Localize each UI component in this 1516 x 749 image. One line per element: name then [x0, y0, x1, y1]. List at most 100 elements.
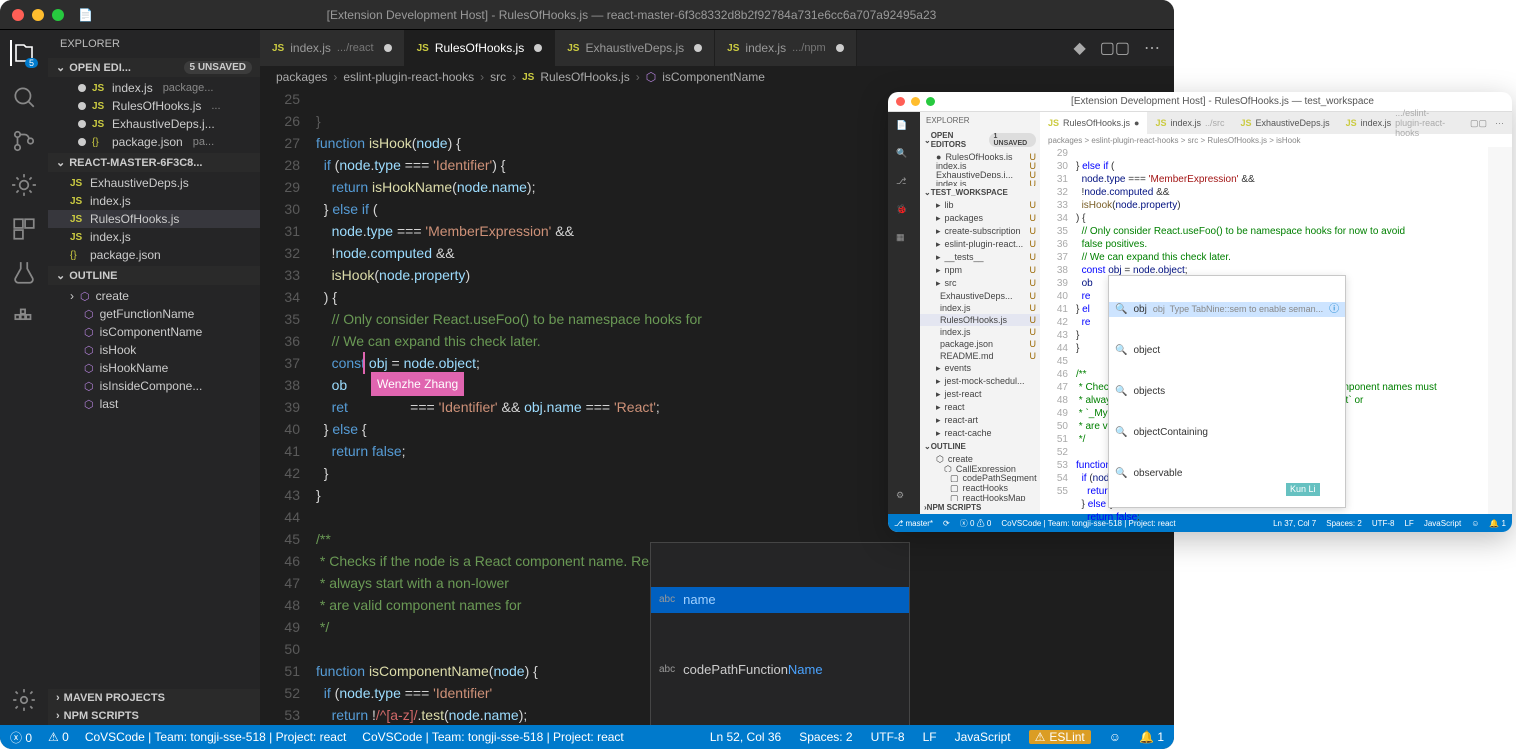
file-item[interactable]: ▸ __tests__U [920, 251, 1040, 264]
outline-header[interactable]: ⌄OUTLINE [48, 266, 260, 285]
outline-item[interactable]: ▢ reactHooksMap [920, 492, 1040, 502]
debug-icon[interactable] [11, 172, 37, 198]
file-item[interactable]: index.jsU [920, 326, 1040, 338]
gear-icon[interactable]: ⚙ [896, 490, 912, 506]
npm-header[interactable]: › NPM SCRIPTS [920, 501, 1040, 514]
autocomplete-item[interactable]: 🔍observable [1109, 466, 1345, 481]
bell-icon[interactable]: 🔔 1 [1139, 730, 1164, 744]
file-item[interactable]: ▸ jest-mock-schedul... [920, 375, 1040, 388]
open-editor-item[interactable]: JSExhaustiveDeps.j... [48, 115, 260, 133]
explorer-icon[interactable]: 📄 [896, 120, 912, 136]
gear-icon[interactable] [11, 687, 37, 713]
minimize-icon[interactable] [911, 97, 920, 106]
open-editors-header[interactable]: ⌄OPEN EDI... 5 UNSAVED [48, 58, 260, 77]
editor-tab[interactable]: JSRulesOfHooks.js ● [1040, 112, 1147, 134]
autocomplete-item[interactable]: 🔍object [1109, 343, 1345, 358]
outline-header[interactable]: ⌄ OUTLINE [920, 440, 1040, 453]
spaces-indicator[interactable]: Spaces: 2 [799, 730, 852, 744]
file-item[interactable]: ▸ packagesU [920, 212, 1040, 225]
editor-tab[interactable]: JSindex.js.../react [260, 30, 405, 66]
explorer-icon[interactable]: 5 [10, 40, 36, 66]
outline-item[interactable]: ▢ codePathSegment [920, 472, 1040, 482]
autocomplete-popup[interactable]: abcname abccodePathFunctionName abcfunct… [650, 542, 910, 725]
errors-indicator[interactable]: ⓧ 0 [10, 729, 32, 746]
open-editor-item[interactable]: ExhaustiveDeps.j... U [920, 169, 1040, 178]
file-item[interactable]: ▸ react [920, 401, 1040, 414]
outline-item[interactable]: ▢ reactHooks [920, 482, 1040, 492]
code-content[interactable]: } else if ( node.type === 'MemberExpress… [1076, 147, 1488, 532]
outline-item[interactable]: ⬡getFunctionName [48, 305, 260, 323]
minimize-icon[interactable] [32, 9, 44, 21]
sync-icon[interactable]: ⟳ [943, 519, 950, 528]
file-item[interactable]: JSindex.js [48, 228, 260, 246]
split-icon[interactable]: ▢▢ [1100, 38, 1130, 58]
file-item[interactable]: ▸ srcU [920, 277, 1040, 290]
cursor-position[interactable]: Ln 52, Col 36 [710, 730, 781, 744]
testing-icon[interactable] [11, 260, 37, 286]
autocomplete-popup[interactable]: 🔍obj obj Type TabNine::sem to enable sem… [1108, 275, 1346, 508]
autocomplete-item[interactable]: 🔍objectContaining [1109, 425, 1345, 440]
file-item[interactable]: ExhaustiveDeps...U [920, 290, 1040, 302]
open-editor-item[interactable]: index.js U [920, 160, 1040, 169]
file-item[interactable]: ▸ npmU [920, 264, 1040, 277]
maximize-icon[interactable] [52, 9, 64, 21]
file-item[interactable]: ▸ jest-react [920, 388, 1040, 401]
extensions-icon[interactable]: ▦ [896, 232, 912, 248]
branch-indicator[interactable]: ⎇ master* [894, 519, 933, 528]
autocomplete-item[interactable]: 🔍obj obj Type TabNine::sem to enable sem… [1109, 302, 1345, 317]
more-icon[interactable]: ⋯ [1495, 118, 1504, 129]
editor-tab[interactable]: JSindex.js.../eslint-plugin-react-hooks [1338, 112, 1462, 134]
file-item[interactable]: JSExhaustiveDeps.js [48, 174, 260, 192]
search-icon[interactable]: 🔍 [896, 148, 912, 164]
editor-tab[interactable]: JSindex.js../src [1147, 112, 1232, 134]
minimap[interactable] [1488, 147, 1512, 532]
open-editors-header[interactable]: ⌄ OPEN EDITORS1 UNSAVED [920, 129, 1040, 151]
file-item[interactable]: JSRulesOfHooks.js [48, 210, 260, 228]
outline-item[interactable]: ⬡last [48, 395, 260, 413]
search-icon[interactable] [11, 84, 37, 110]
errors-indicator[interactable]: ⓧ 0 ⚠ 0 [960, 518, 992, 529]
outline-item[interactable]: ⬡isHookName [48, 359, 260, 377]
debug-icon[interactable]: 🐞 [896, 204, 912, 220]
breadcrumbs[interactable]: packages› eslint-plugin-react-hooks› src… [260, 66, 1174, 88]
warnings-indicator[interactable]: ⚠ 0 [48, 730, 69, 744]
outline-item[interactable]: ›⬡create [48, 287, 260, 305]
outline-item[interactable]: ⬡isComponentName [48, 323, 260, 341]
outline-item[interactable]: ⬡isInsideCompone... [48, 377, 260, 395]
scm-icon[interactable]: ⎇ [896, 176, 912, 192]
outline-item[interactable]: ⬡ CallExpression [920, 463, 1040, 473]
covscode-status[interactable]: CoVSCode | Team: tongji-sse-518 | Projec… [85, 730, 346, 744]
file-item[interactable]: ▸ libU [920, 199, 1040, 212]
open-editor-item[interactable]: {}package.jsonpa... [48, 133, 260, 151]
open-editor-item[interactable]: index.js U [920, 178, 1040, 187]
close-icon[interactable] [12, 9, 24, 21]
editor-tab[interactable]: JSRulesOfHooks.js [405, 30, 556, 66]
autocomplete-item[interactable]: abcname [651, 587, 909, 613]
close-icon[interactable] [896, 97, 905, 106]
editor-tab[interactable]: JSindex.js.../npm [715, 30, 857, 66]
file-item[interactable]: ▸ eslint-plugin-react...U [920, 238, 1040, 251]
file-item[interactable]: JSindex.js [48, 192, 260, 210]
bell-icon[interactable]: 🔔 1 [1489, 519, 1506, 528]
outline-item[interactable]: ⬡ create [920, 453, 1040, 463]
breadcrumbs[interactable]: packages > eslint-plugin-react-hooks > s… [1040, 134, 1512, 147]
npm-header[interactable]: ›NPM SCRIPTS [48, 707, 260, 725]
workspace-header[interactable]: ⌄ TEST_WORKSPACE [920, 186, 1040, 199]
maven-header[interactable]: ›MAVEN PROJECTS [48, 689, 260, 707]
editor-tab[interactable]: JSExhaustiveDeps.js [555, 30, 715, 66]
file-item[interactable]: index.jsU [920, 302, 1040, 314]
file-item[interactable]: ▸ react-cache [920, 427, 1040, 440]
file-item[interactable]: ▸ react-art [920, 414, 1040, 427]
language-indicator[interactable]: JavaScript [955, 730, 1011, 744]
compare-icon[interactable]: ◆ [1073, 38, 1085, 58]
code-editor[interactable]: 2930313233343536373839404142434445464748… [1040, 147, 1512, 532]
open-editor-item[interactable]: JSindex.jspackage... [48, 79, 260, 97]
docker-icon[interactable] [11, 304, 37, 330]
encoding-indicator[interactable]: UTF-8 [871, 730, 905, 744]
maximize-icon[interactable] [926, 97, 935, 106]
workspace-header[interactable]: ⌄REACT-MASTER-6F3C8... [48, 153, 260, 172]
file-item[interactable]: ▸ create-subscriptionU [920, 225, 1040, 238]
file-item[interactable]: RulesOfHooks.jsU [920, 314, 1040, 326]
autocomplete-item[interactable]: 🔍objects [1109, 384, 1345, 399]
feedback-icon[interactable]: ☺ [1109, 730, 1121, 744]
